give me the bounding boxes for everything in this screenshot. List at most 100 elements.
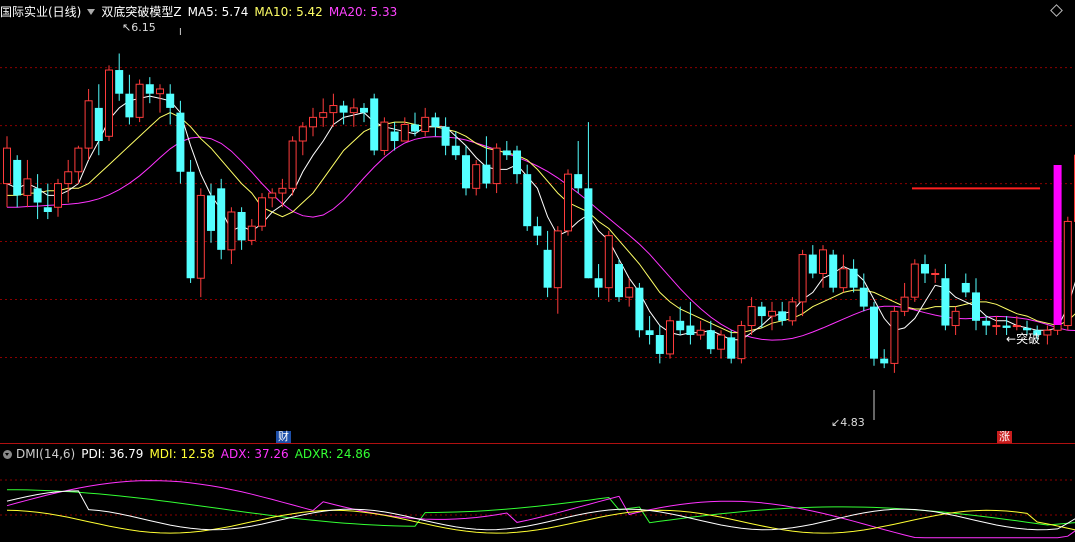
candle-body xyxy=(757,306,766,317)
candle-body xyxy=(676,320,685,331)
candle-body xyxy=(1012,325,1021,328)
candle-body xyxy=(615,264,623,298)
candle-body xyxy=(472,164,481,189)
candle-body xyxy=(961,282,970,293)
candle-body xyxy=(349,107,358,114)
candle-body xyxy=(523,174,532,227)
candle-body xyxy=(166,93,175,108)
adx-value: ADX: 37.26 xyxy=(220,447,289,461)
adxr-value: ADXR: 24.86 xyxy=(294,447,371,461)
stock-name: 国际实业(日线) xyxy=(0,5,82,19)
breakout-signal xyxy=(179,28,1062,420)
candle-body xyxy=(380,121,389,151)
candle-body xyxy=(625,287,634,298)
candle-body xyxy=(247,225,256,241)
candle-body xyxy=(564,173,572,232)
candle-body xyxy=(115,70,124,94)
candle-body xyxy=(54,183,62,208)
candle-body xyxy=(339,105,348,113)
ma20-value: MA20: 5.33 xyxy=(328,5,398,19)
candle-body xyxy=(390,131,399,142)
candle-body xyxy=(105,69,113,137)
candle-body xyxy=(768,310,776,317)
candle-body xyxy=(808,254,817,274)
candle-body xyxy=(298,126,307,142)
candle-body xyxy=(329,105,338,114)
candle-body xyxy=(33,188,42,203)
candle-body xyxy=(727,337,736,359)
candle-body xyxy=(156,88,164,95)
candle-body xyxy=(870,306,878,359)
candle-body xyxy=(431,117,440,127)
candle-body xyxy=(951,310,960,327)
candle-body xyxy=(237,211,246,241)
candle-body xyxy=(778,311,787,321)
dmi-name: DMI(14,6) xyxy=(16,447,76,461)
candle-body xyxy=(441,126,450,146)
candle-body xyxy=(992,325,1001,328)
indicator-name: 双底突破模型Z xyxy=(101,5,182,19)
candle-body xyxy=(94,107,103,142)
candle-body xyxy=(890,310,899,364)
candle-body xyxy=(186,171,195,279)
candle-body xyxy=(859,287,868,307)
candle-body xyxy=(125,93,134,118)
event-cai-badge[interactable]: 财 xyxy=(276,431,291,443)
candle-body xyxy=(176,112,185,172)
dropdown-icon[interactable] xyxy=(87,9,96,15)
candle-body xyxy=(880,358,889,364)
candle-body xyxy=(849,268,858,288)
candle-body xyxy=(839,268,848,289)
dmi-series xyxy=(6,480,1075,539)
candle-body xyxy=(400,123,409,142)
candle-body xyxy=(1002,325,1011,328)
candle-body xyxy=(196,194,205,279)
candle-body xyxy=(421,116,430,133)
ma5-value: MA5: 5.74 xyxy=(187,5,249,19)
candle-body xyxy=(492,147,501,185)
candle-body xyxy=(553,230,562,289)
ma5-line xyxy=(6,95,1075,341)
candle-body xyxy=(43,207,52,212)
candle-body xyxy=(706,330,715,350)
event-zhang-badge[interactable]: 涨 xyxy=(997,431,1012,443)
low-label: ↙4.83 xyxy=(831,416,865,429)
candle-body xyxy=(604,235,613,289)
candle-body xyxy=(1063,220,1072,327)
ma20-line xyxy=(7,136,1075,341)
settings-circle-icon[interactable] xyxy=(3,450,12,459)
candle-body xyxy=(482,164,491,184)
candle-body xyxy=(941,278,950,326)
candle-body xyxy=(1023,327,1031,331)
candle-body xyxy=(360,107,368,113)
breakout-label: ←突破 xyxy=(1006,332,1041,346)
candle-body xyxy=(3,147,11,185)
candle-body xyxy=(23,178,32,196)
candle-body xyxy=(717,334,725,350)
candle-body xyxy=(798,254,807,303)
candle-body xyxy=(207,195,215,231)
candle-body xyxy=(64,171,73,185)
adxr-path xyxy=(6,489,1075,527)
candle-body xyxy=(788,301,797,322)
candle-body xyxy=(13,159,22,196)
pdi-value: PDI: 36.79 xyxy=(81,447,144,461)
candle-body xyxy=(1043,329,1052,336)
ma20-path xyxy=(7,136,1075,341)
candle-body xyxy=(451,145,460,156)
candle-body xyxy=(666,320,674,355)
candle-body xyxy=(921,264,929,274)
mdi-path xyxy=(6,509,1075,534)
candle-body xyxy=(268,192,277,199)
candle-body xyxy=(217,188,226,250)
candle-body xyxy=(319,112,328,118)
candle-body xyxy=(513,150,521,175)
breakout-bar xyxy=(1053,165,1062,325)
pdi-path xyxy=(6,490,1075,531)
main-legend: 国际实业(日线) 双底突破模型Z MA5: 5.74 MA10: 5.42 MA20: … xyxy=(0,3,403,21)
candle-body xyxy=(645,330,654,336)
candlestick-series xyxy=(3,53,1075,373)
candle-body xyxy=(74,147,83,173)
candle-body xyxy=(900,296,909,312)
candle-body xyxy=(910,263,919,298)
